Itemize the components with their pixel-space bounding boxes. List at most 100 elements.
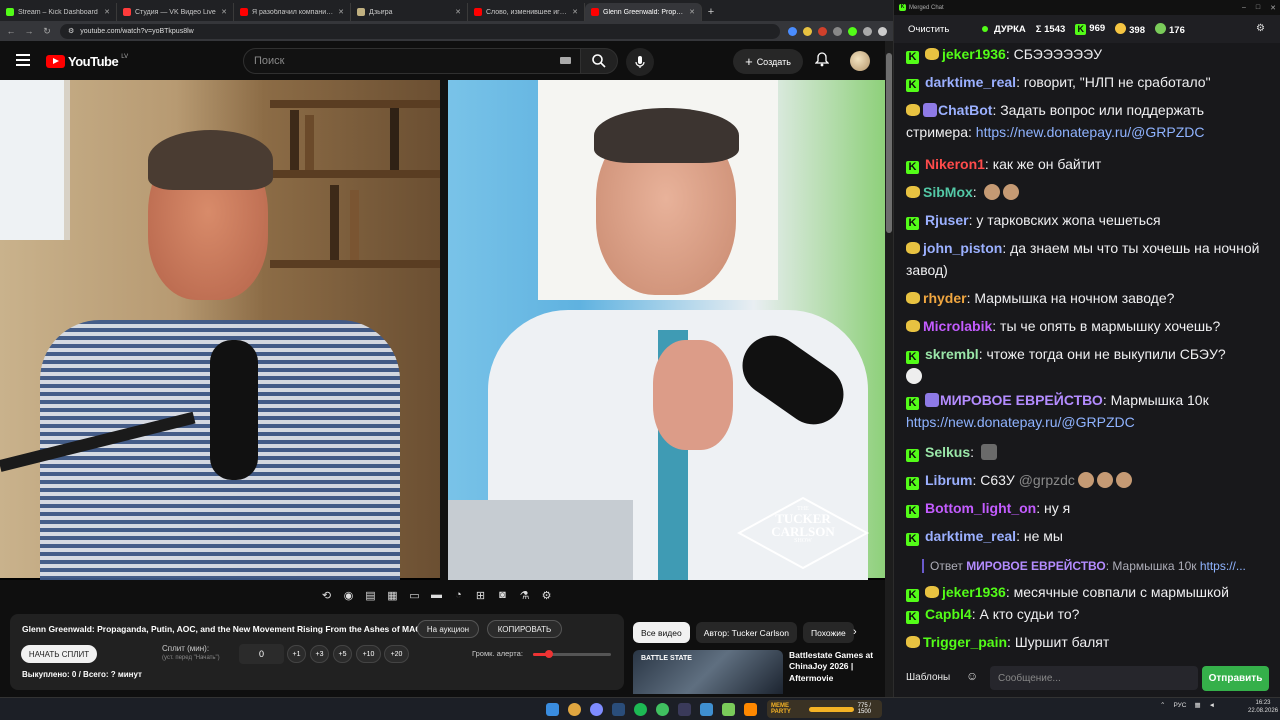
close-icon[interactable]: ✕ — [689, 8, 695, 16]
templates-button[interactable]: Шаблоны — [901, 667, 955, 688]
tray-arrow-icon[interactable]: ⌃ — [1160, 701, 1165, 709]
increment-button[interactable]: +3 — [310, 645, 329, 663]
extension-icon[interactable] — [788, 26, 797, 36]
close-icon[interactable]: ✕ — [221, 8, 227, 16]
add-box-icon[interactable]: ⊞ — [472, 587, 489, 604]
emoji-icon[interactable]: ☺ — [966, 669, 978, 683]
message-input[interactable]: Сообщение... — [990, 666, 1198, 690]
menu-icon[interactable] — [16, 54, 30, 66]
split-minutes-input[interactable]: 0 — [239, 644, 284, 664]
chat-link[interactable]: https://new.donatepay.ru/@GRPZDC — [976, 124, 1205, 140]
chat-username[interactable]: Capbl4 — [925, 606, 972, 622]
obs-icon[interactable] — [656, 703, 669, 716]
reload-icon[interactable]: ↻ — [42, 26, 52, 37]
alert-volume-slider[interactable] — [533, 650, 611, 658]
search-button[interactable] — [580, 48, 618, 74]
increment-button[interactable]: +1 — [287, 645, 306, 663]
app-icon[interactable] — [700, 703, 713, 716]
increment-button[interactable]: +20 — [384, 645, 409, 663]
forward-icon[interactable]: → — [24, 26, 34, 36]
profile-icon[interactable] — [878, 26, 887, 36]
reply-link[interactable]: https://... — [1200, 559, 1246, 573]
close-icon[interactable]: ✕ — [572, 8, 578, 16]
volume-icon[interactable]: ◄ — [1209, 702, 1215, 709]
chat-username[interactable]: МИРОВОЕ ЕВРЕЙСТВО — [940, 392, 1103, 408]
browser-tab[interactable]: Дзығра ✕ — [351, 3, 468, 21]
create-button[interactable]: + Создать — [733, 49, 803, 74]
app-icon[interactable] — [744, 703, 757, 716]
chat-username[interactable]: skrembl — [925, 346, 979, 362]
meme-party-widget[interactable]: MEME PARTY 775 / 1500 — [767, 700, 882, 718]
browser-tab[interactable]: Glenn Greenwald: Propaga ✕ — [585, 3, 702, 21]
page-scrollbar[interactable] — [885, 41, 893, 697]
minimize-icon[interactable]: – — [1242, 4, 1246, 12]
chat-username[interactable]: jeker1936 — [942, 584, 1006, 600]
auction-button[interactable]: На аукцион — [417, 620, 479, 638]
steam-icon[interactable] — [612, 703, 625, 716]
broadcast-icon[interactable]: ◉ — [340, 587, 357, 604]
flask-icon[interactable]: ⚗ — [516, 587, 533, 604]
chat-username[interactable]: Microlabik — [923, 318, 992, 334]
chip-all[interactable]: Все видео — [633, 622, 690, 643]
theater-icon[interactable]: ▬ — [428, 587, 445, 604]
playlist-icon[interactable]: ▤ — [362, 587, 379, 604]
clear-button[interactable]: Очистить — [900, 20, 957, 38]
url-bar[interactable]: ⚙ youtube.com/watch?v=yoBTkpus8lw — [60, 23, 780, 39]
browser-tab[interactable]: Stream – Kick Dashboard ✕ — [0, 3, 117, 21]
copy-button[interactable]: КОПИРОВАТЬ — [487, 620, 562, 638]
youtube-logo[interactable]: YouTube LV — [46, 54, 128, 69]
extension-icon[interactable] — [818, 26, 827, 36]
chat-link[interactable]: https://new.donatepay.ru/@GRPZDC — [906, 414, 1135, 430]
close-icon[interactable]: ✕ — [455, 8, 461, 16]
send-button[interactable]: Отправить — [1202, 666, 1269, 691]
chat-username[interactable]: Bottom_light_on — [925, 500, 1036, 516]
chat-mention[interactable]: @grpzdc — [1019, 472, 1075, 488]
close-icon[interactable]: ✕ — [338, 8, 344, 16]
voice-search-button[interactable] — [626, 48, 654, 76]
browser-tab[interactable]: Я разоблачил компанию, кот ✕ — [234, 3, 351, 21]
chip-author[interactable]: Автор: Tucker Carlson — [695, 622, 797, 643]
site-info-icon[interactable]: ⚙ — [68, 27, 74, 35]
chat-username[interactable]: SibMox — [923, 184, 973, 200]
chat-username[interactable]: jeker1936 — [942, 46, 1006, 62]
account-avatar[interactable] — [850, 51, 870, 71]
gear-icon[interactable]: ⚙ — [1256, 23, 1265, 34]
app-icon[interactable] — [678, 703, 691, 716]
keyboard-icon[interactable] — [560, 57, 571, 64]
back-icon[interactable]: ← — [6, 26, 16, 36]
search-input[interactable]: Поиск — [243, 48, 581, 74]
chat-username[interactable]: Trigger_pain — [923, 634, 1007, 650]
scrollbar-thumb[interactable] — [886, 53, 892, 233]
spotify-icon[interactable] — [634, 703, 647, 716]
maximize-icon[interactable]: □ — [1256, 4, 1260, 12]
recommended-title[interactable]: Battlestate Games at ChinaJoy 2026 | Aft… — [789, 650, 879, 684]
chevron-right-icon[interactable]: › — [853, 626, 857, 638]
chat-username[interactable]: darktime_real — [925, 528, 1016, 544]
chat-username[interactable]: rhyder — [923, 290, 967, 306]
start-split-button[interactable]: НАЧАТЬ СПЛИТ — [21, 645, 97, 663]
chat-username[interactable]: Rjuser — [925, 212, 969, 228]
new-tab-icon[interactable]: + — [702, 3, 720, 21]
windows-start-icon[interactable] — [546, 703, 559, 716]
reply-preview[interactable]: Ответ МИРОВОЕ ЕВРЕЙСТВО: Мармышка 10к ht… — [922, 559, 1262, 573]
video-player[interactable]: THE TUCKER CARLSON SHOW — [0, 80, 885, 580]
chat-username[interactable]: darktime_real — [925, 74, 1016, 90]
chat-username[interactable]: ChatBot — [938, 102, 992, 118]
chat-username[interactable]: Selkus — [925, 444, 970, 460]
close-icon[interactable]: ✕ — [104, 8, 110, 16]
extension-icon[interactable] — [863, 26, 872, 36]
chat-username[interactable]: john_piston — [923, 240, 1002, 256]
browser-tab[interactable]: Студия — VK Видео Live ✕ — [117, 3, 234, 21]
picture-in-picture-icon[interactable]: ▭ — [406, 587, 423, 604]
extension-icon[interactable] — [833, 26, 842, 36]
chat-username[interactable]: Nikeron1 — [925, 156, 985, 172]
speedometer-icon[interactable]: ◔ — [450, 587, 467, 604]
language-indicator[interactable]: РУС — [1173, 702, 1186, 709]
discord-icon[interactable] — [590, 703, 603, 716]
network-icon[interactable]: ▦ — [1194, 701, 1200, 709]
recommended-video[interactable]: BATTLE STATE Battlestate Games at ChinaJ… — [633, 650, 878, 694]
settings-icon[interactable]: ⚙ — [538, 587, 555, 604]
loop-icon[interactable]: ⟲ — [318, 587, 335, 604]
alert-volume-knob[interactable] — [544, 650, 553, 658]
chat-username[interactable]: Librum — [925, 472, 972, 488]
